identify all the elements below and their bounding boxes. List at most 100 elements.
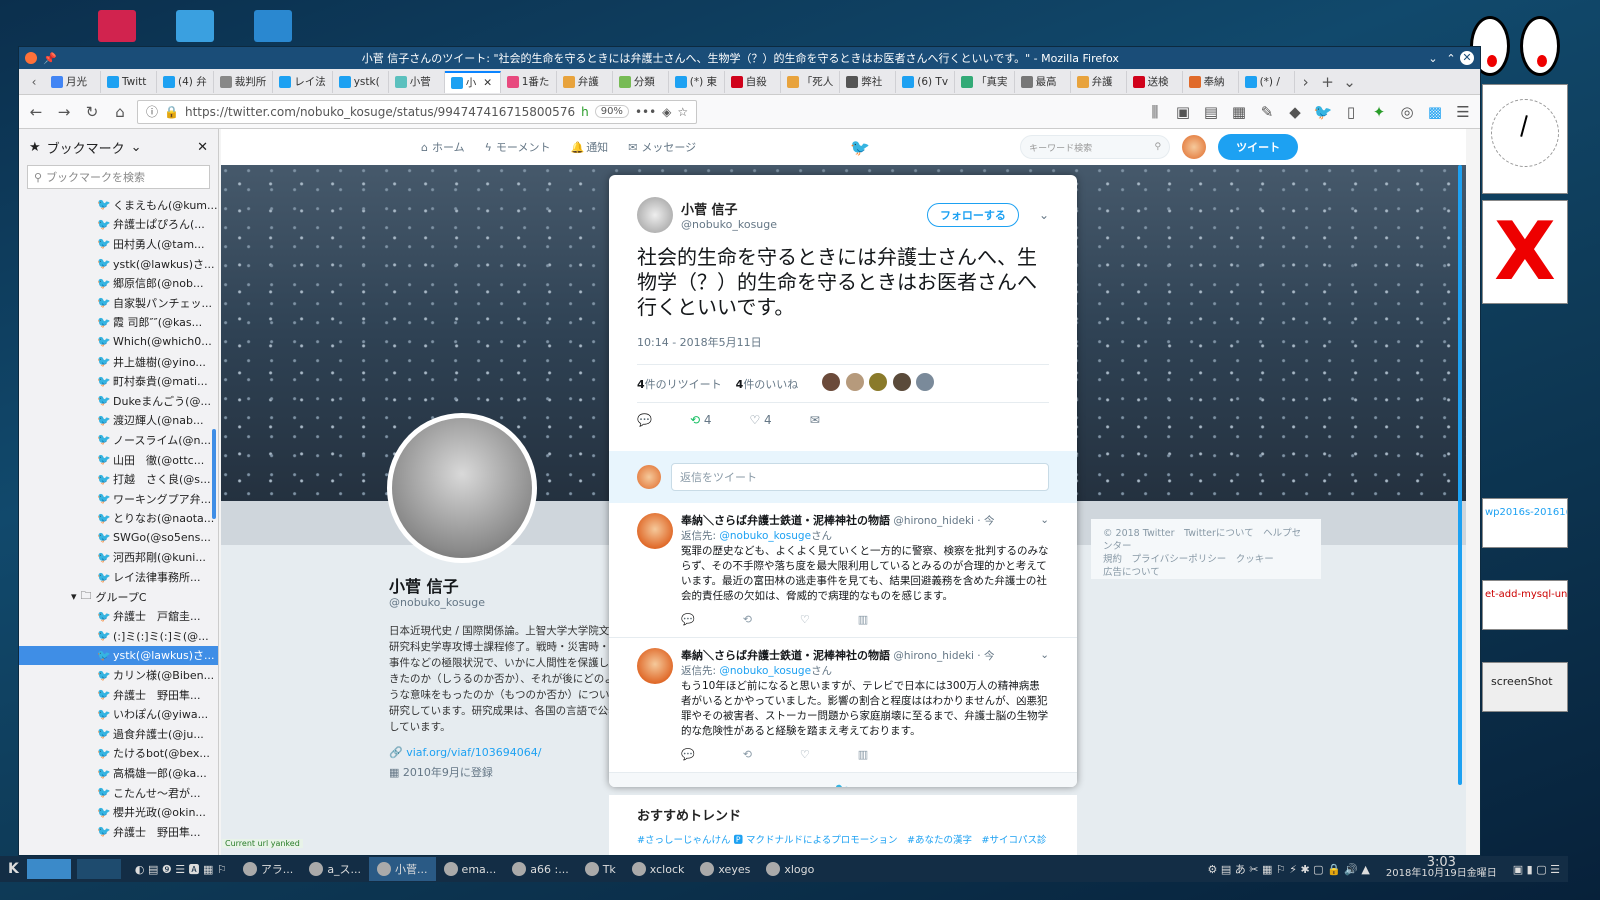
tabs-scroll-right-icon[interactable]: › [1295, 71, 1317, 93]
bookmark-item[interactable]: 🐦 Dukeまんごう(@... [19, 391, 218, 411]
extension-icon-2[interactable]: ▦ [1228, 101, 1250, 123]
clipboard-icon[interactable]: ▯ [1340, 101, 1362, 123]
like-action[interactable]: ♡ 4 [749, 413, 771, 427]
bookmark-item[interactable]: 🐦 山田 徹(@ottc... [19, 450, 218, 470]
taskbar-task[interactable]: a66 :... [504, 857, 576, 881]
bookmark-item[interactable]: 🐦 ノースライム(@n... [19, 430, 218, 450]
footer-line-1[interactable]: © 2018 Twitter Twitterについて ヘルプセンター [1103, 527, 1309, 553]
reply-author-handle[interactable]: @hirono_hideki [893, 650, 974, 662]
bookmark-item[interactable]: 🐦 町村泰貴(@mati... [19, 371, 218, 391]
bookmark-item[interactable]: 🐦 弁護士 戸舘圭... [19, 606, 218, 626]
tab[interactable]: 最高 [1015, 70, 1071, 93]
tweet-compose-button[interactable]: ツイート [1218, 134, 1299, 160]
trash-folder-icon[interactable] [98, 10, 136, 42]
reply-tweet[interactable]: 奉納＼さらば弁護士鉄道・泥棒神社の物語 @hirono_hideki · 今 ⌄ 返… [609, 503, 1077, 638]
tweet-menu-chevron-icon[interactable]: ⌄ [1039, 208, 1049, 222]
tab[interactable]: 裁判所 [214, 70, 274, 93]
reply-to-handle[interactable]: @nobuko_kosuge [719, 530, 811, 542]
sidebar-title[interactable]: ブックマーク [47, 138, 125, 157]
bookmark-item[interactable]: 🐦 いわぽん(@yiwa... [19, 704, 218, 724]
desktop-pager[interactable] [26, 859, 71, 879]
bookmark-item[interactable]: 🐦 弁護士ぱぴろん(... [19, 215, 218, 235]
terminal-window-1[interactable]: wp2016s-20161( [1482, 498, 1568, 548]
retweet-icon[interactable]: ⟲ [743, 747, 752, 762]
tab[interactable]: 小 ✕ [444, 70, 501, 93]
bookmark-item[interactable]: 🐦 打越 さく良(@s... [19, 469, 218, 489]
reply-menu-chevron-icon[interactable]: ⌄ [1040, 513, 1049, 529]
tab[interactable]: (*) 東 [669, 70, 725, 93]
bookmark-item[interactable]: 🐦 くまえもん(@kum... [19, 195, 218, 215]
bookmark-item[interactable]: 🐦 河西邦剛(@kuni... [19, 548, 218, 568]
user-avatar[interactable] [1182, 135, 1207, 159]
launcher-icon[interactable]: ◐ ▤ ❾ ☰ 🅰 ▦ ⚐ [127, 857, 235, 881]
home-nav-icon[interactable]: ⌂ [421, 141, 428, 154]
bookmark-item[interactable]: 🐦 櫻井光政(@okin... [19, 802, 218, 822]
tab[interactable]: 「真実 [955, 70, 1015, 93]
tab[interactable]: 弁護 [557, 70, 613, 93]
bookmark-item[interactable]: 🐦 (:]ミ(:]ミ(:]ミ(@... [19, 626, 218, 646]
taskbar-task[interactable]: xeyes [692, 857, 758, 881]
clock[interactable]: 3:03 2018年10月19日金曜日 [1378, 856, 1505, 881]
bookmark-item[interactable]: 🐦 SWGo(@so5ens... [19, 528, 218, 548]
sidebar-scrollbar[interactable] [212, 429, 216, 519]
new-tab-icon[interactable]: + [1317, 71, 1339, 93]
profile-avatar[interactable] [387, 413, 537, 563]
tray-extra-icons[interactable]: ▣ ▮ ▢ ☰ [1505, 857, 1568, 881]
profile-link[interactable]: viaf.org/viaf/103694064/ [406, 746, 541, 759]
info-icon[interactable]: ⓘ [146, 103, 158, 120]
bookmark-item[interactable]: 🐦 ystk(@lawkus)さ... [19, 645, 218, 666]
twitter-extension-icon[interactable]: 🐦 [1312, 101, 1334, 123]
library-icon[interactable]: ⫼ [1144, 101, 1166, 123]
pocket-icon[interactable]: ◈ [662, 105, 671, 119]
reply-to-handle[interactable]: @nobuko_kosuge [719, 665, 811, 677]
bookmark-item[interactable]: 🐦 井上雄樹(@yino... [19, 352, 218, 372]
reload-icon[interactable]: ↻ [81, 101, 103, 123]
twitter-logo-icon[interactable]: 🐦 [850, 138, 870, 157]
bookmark-item[interactable]: 🐦 霞 司郎″″(@kas... [19, 313, 218, 333]
maximize-button[interactable]: ⌃ [1442, 52, 1460, 65]
zoom-level[interactable]: 90% [594, 105, 629, 118]
profile-handle[interactable]: @nobuko_kosuge [389, 595, 621, 611]
tab[interactable]: 送検 [1127, 70, 1183, 93]
reply-icon[interactable]: 💬 [681, 612, 695, 627]
home-icon[interactable]: ⌂ [109, 101, 131, 123]
extension-icon-4[interactable]: ◆ [1284, 101, 1306, 123]
reply-time[interactable]: · 今 [977, 650, 994, 662]
extension-icon-7[interactable]: ▩ [1424, 101, 1446, 123]
moments-icon[interactable]: ϟ [485, 141, 492, 154]
tab[interactable]: 奉納 [1183, 70, 1239, 93]
liker-avatar[interactable] [869, 373, 888, 391]
taskbar-task[interactable]: ema... [436, 857, 505, 881]
reply-menu-chevron-icon[interactable]: ⌄ [1040, 648, 1049, 664]
reply-author-name[interactable]: 奉納＼さらば弁護士鉄道・泥棒神社の物語 [681, 649, 890, 662]
twitter-search-input[interactable]: キーワード検索 ⚲ [1020, 135, 1171, 159]
extension-icon-5[interactable]: ✦ [1368, 101, 1390, 123]
start-menu-icon[interactable]: K [0, 857, 27, 881]
retweet-icon[interactable]: ⟲ [743, 612, 752, 627]
bookmark-item[interactable]: 🐦 弁護士 野田隼... [19, 685, 218, 705]
tab[interactable]: 「死人 [781, 70, 841, 93]
sidebar-toggle-icon[interactable]: ▣ [1172, 101, 1194, 123]
url-text[interactable]: https://twitter.com/nobuko_kosuge/status… [185, 105, 575, 119]
tab[interactable]: (4) 弁 [157, 70, 214, 93]
bookmark-folder[interactable]: ▾ 🗀 グループC [19, 587, 218, 607]
likes-stat[interactable]: 4件のいいね [736, 376, 799, 392]
extension-icon-6[interactable]: ◎ [1396, 101, 1418, 123]
bookmark-star-icon[interactable]: ☆ [677, 105, 688, 119]
author-name[interactable]: 小菅 信子 [681, 199, 919, 218]
bookmark-item[interactable]: 🐦 過食弁護士(@ju... [19, 724, 218, 744]
nav-notifications[interactable]: 通知 [586, 139, 608, 155]
reply-icon[interactable]: 💬 [681, 747, 695, 762]
home-folder-icon[interactable] [176, 10, 214, 42]
liker-avatar[interactable] [916, 373, 935, 391]
author-handle[interactable]: @nobuko_kosuge [681, 218, 919, 231]
close-modal-icon[interactable]: ✕ [1443, 135, 1458, 156]
tab[interactable]: 弁護 [1071, 70, 1127, 93]
bell-icon[interactable]: 🔔 [570, 141, 584, 154]
tabs-scroll-left-icon[interactable]: ‹ [23, 71, 45, 93]
mail-icon[interactable]: ✉ [628, 141, 637, 154]
tweet-timestamp[interactable]: 10:14 - 2018年5月11日 [637, 334, 1049, 350]
nav-moments[interactable]: モーメント [496, 139, 551, 155]
bookmark-item[interactable]: 🐦 郷原信郎(@nob... [19, 273, 218, 293]
bookmark-item[interactable]: 🐦 自家製パンチェッ... [19, 293, 218, 313]
